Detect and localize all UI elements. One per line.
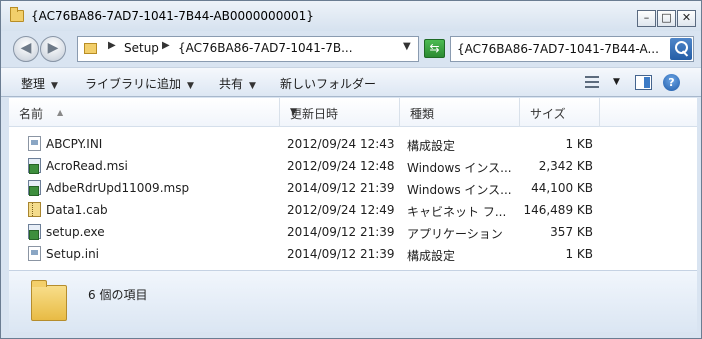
file-type: キャビネット フ... (407, 205, 507, 219)
file-type: Windows インス... (407, 183, 512, 197)
share-button[interactable]: 共有 ▼ (219, 75, 256, 92)
file-date: 2014/09/12 21:39 (287, 247, 395, 261)
exe-file-icon (28, 224, 41, 240)
chevron-down-icon[interactable]: ▼ (290, 107, 393, 117)
minimize-button[interactable]: – (637, 10, 656, 27)
file-size: 1 KB (565, 247, 593, 261)
file-name: AdbeRdrUpd11009.msp (46, 181, 190, 195)
file-type: Windows インス... (407, 161, 512, 175)
table-row[interactable]: Data1.cab 2012/09/24 12:49 キャビネット フ... 1… (9, 199, 697, 221)
add-to-library-button[interactable]: ライブラリに追加 ▼ (85, 75, 194, 92)
forward-button[interactable]: ▶ (40, 36, 66, 62)
file-type: アプリケーション (407, 227, 503, 241)
maximize-button[interactable]: □ (657, 10, 676, 27)
back-button[interactable]: ◀ (13, 36, 39, 62)
file-name: Data1.cab (46, 203, 108, 217)
chevron-down-icon: ▼ (187, 81, 194, 91)
chevron-down-icon[interactable]: ▼ (613, 77, 620, 87)
file-type: 構成設定 (407, 249, 456, 263)
close-button[interactable]: ✕ (677, 10, 696, 27)
file-size: 44,100 KB (531, 181, 593, 195)
address-row: ◀ ▶ ▶ Setup ▶ {AC76BA86-7AD7-1041-7B... … (1, 31, 701, 67)
file-name: setup.exe (46, 225, 105, 239)
column-name[interactable]: 名前 ▲ (9, 98, 280, 127)
column-name-label: 名前 (19, 107, 44, 121)
table-row[interactable]: AdbeRdrUpd11009.msp 2014/09/12 21:39 Win… (9, 177, 697, 199)
file-date: 2014/09/12 21:39 (287, 181, 395, 195)
chevron-down-icon: ▼ (249, 81, 256, 91)
column-size-label: サイズ (530, 107, 566, 121)
search-icon[interactable] (670, 38, 692, 60)
table-row[interactable]: Setup.ini 2014/09/12 21:39 構成設定 1 KB (9, 243, 697, 265)
item-count: 6 個の項目 (88, 288, 148, 302)
details-pane: 6 個の項目 (9, 270, 697, 332)
table-row[interactable]: setup.exe 2014/09/12 21:39 アプリケーション 357 … (9, 221, 697, 243)
cab-file-icon (28, 202, 41, 217)
table-row[interactable]: AcroRead.msi 2012/09/24 12:48 Windows イン… (9, 155, 697, 177)
address-bar[interactable]: ▶ Setup ▶ {AC76BA86-7AD7-1041-7B... ▼ (77, 36, 419, 62)
ini-file-icon (28, 246, 41, 261)
view-list-icon[interactable] (585, 76, 599, 88)
add-to-library-label: ライブラリに追加 (85, 77, 182, 91)
file-date: 2012/09/24 12:48 (287, 159, 395, 173)
file-size: 2,342 KB (538, 159, 593, 173)
breadcrumb-setup[interactable]: Setup (124, 41, 159, 55)
file-name: ABCPY.INI (46, 137, 103, 151)
file-list: 名前 ▲ 更新日時 ▼ 種類 サイズ ABCPY.INI 2012/09/24 … (9, 98, 697, 270)
organize-label: 整理 (21, 77, 46, 91)
file-size: 357 KB (550, 225, 593, 239)
sort-ascending-icon: ▲ (57, 108, 64, 117)
folder-icon (10, 7, 24, 22)
table-row[interactable]: ABCPY.INI 2012/09/24 12:43 構成設定 1 KB (9, 133, 697, 155)
column-size[interactable]: サイズ (520, 98, 600, 127)
preview-pane-icon[interactable] (635, 75, 652, 90)
share-label: 共有 (219, 77, 244, 91)
title-bar[interactable]: {AC76BA86-7AD7-1041-7B44-AB0000000001} –… (1, 1, 701, 31)
file-size: 1 KB (565, 137, 593, 151)
folder-icon (84, 43, 97, 54)
column-date[interactable]: 更新日時 ▼ (280, 98, 400, 127)
file-date: 2014/09/12 21:39 (287, 225, 395, 239)
organize-button[interactable]: 整理 ▼ (21, 75, 58, 92)
new-folder-button[interactable]: 新しいフォルダー (280, 75, 376, 92)
refresh-button[interactable]: ⇆ (424, 39, 445, 58)
file-date: 2012/09/24 12:43 (287, 137, 395, 151)
breadcrumb-current[interactable]: {AC76BA86-7AD7-1041-7B... (178, 41, 353, 55)
command-bar: 整理 ▼ ライブラリに追加 ▼ 共有 ▼ 新しいフォルダー ▼ ? (1, 67, 701, 97)
column-type-label: 種類 (410, 107, 435, 121)
msi-file-icon (28, 158, 41, 174)
file-name: Setup.ini (46, 247, 100, 261)
file-type: 構成設定 (407, 139, 456, 153)
msp-file-icon (28, 180, 41, 196)
file-date: 2012/09/24 12:49 (287, 203, 395, 217)
folder-icon (31, 280, 67, 321)
file-name: AcroRead.msi (46, 159, 128, 173)
chevron-right-icon[interactable]: ▶ (108, 40, 116, 51)
ini-file-icon (28, 136, 41, 151)
window-title: {AC76BA86-7AD7-1041-7B44-AB0000000001} (31, 9, 314, 23)
column-type[interactable]: 種類 (400, 98, 520, 127)
chevron-right-icon[interactable]: ▶ (162, 40, 170, 51)
column-header-row: 名前 ▲ 更新日時 ▼ 種類 サイズ (9, 98, 697, 127)
chevron-down-icon[interactable]: ▼ (403, 41, 411, 52)
search-box[interactable]: {AC76BA86-7AD7-1041-7B44-A... (450, 36, 694, 62)
file-size: 146,489 KB (523, 203, 593, 217)
chevron-down-icon: ▼ (51, 81, 58, 91)
help-icon[interactable]: ? (663, 74, 680, 91)
explorer-window: {AC76BA86-7AD7-1041-7B44-AB0000000001} –… (0, 0, 702, 339)
search-input[interactable]: {AC76BA86-7AD7-1041-7B44-A... (457, 42, 659, 56)
